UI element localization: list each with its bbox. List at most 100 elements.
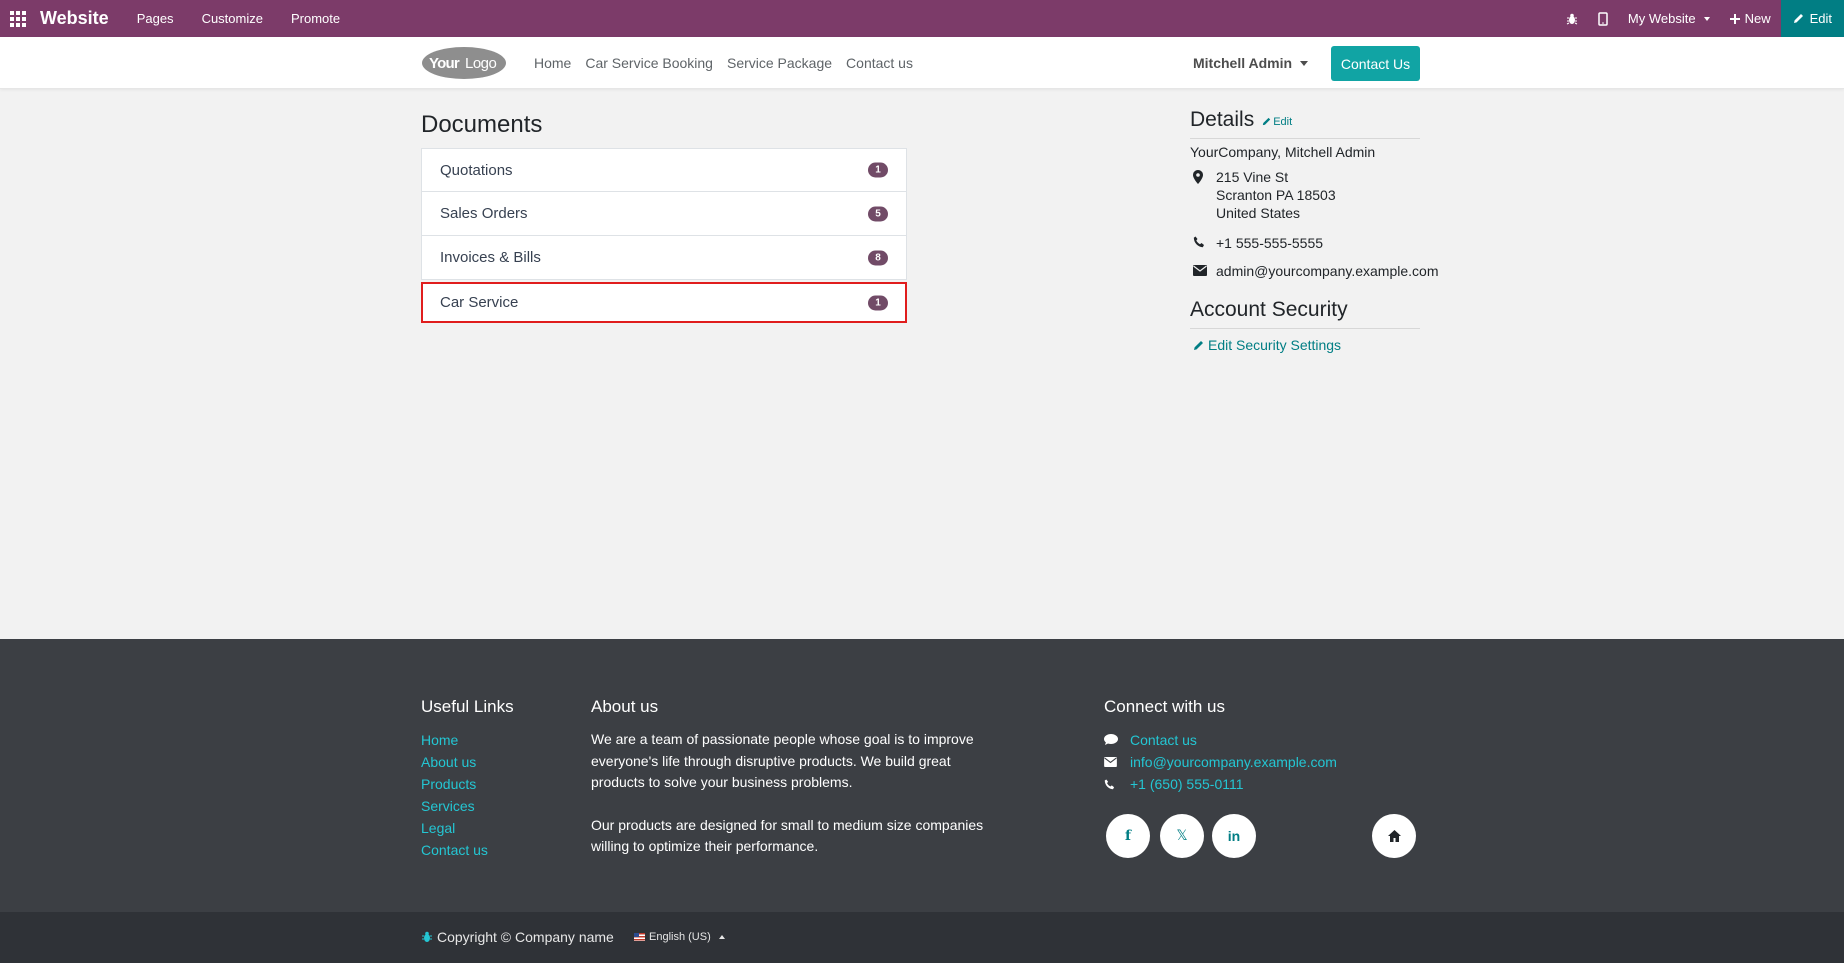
- edit-button[interactable]: Edit: [1780, 0, 1844, 37]
- nav-service-package[interactable]: Service Package: [727, 55, 832, 71]
- envelope-icon: [1190, 262, 1216, 280]
- address-line-2: Scranton PA 18503: [1216, 187, 1336, 203]
- useful-links-section: Useful Links Home About us Products Serv…: [421, 697, 514, 861]
- connect-phone-link[interactable]: +1 (650) 555-0111: [1130, 773, 1244, 795]
- footer: Useful Links Home About us Products Serv…: [0, 639, 1844, 912]
- count-badge: 5: [868, 206, 888, 221]
- footer-link-products[interactable]: Products: [421, 773, 514, 795]
- doc-item-invoices-bills[interactable]: Invoices & Bills 8: [421, 236, 907, 280]
- language-selector[interactable]: English (US): [634, 931, 725, 943]
- useful-links-title: Useful Links: [421, 697, 514, 716]
- footer-link-about-us[interactable]: About us: [421, 751, 514, 773]
- doc-item-label: Sales Orders: [440, 205, 528, 222]
- phone-icon: [1190, 234, 1216, 252]
- linkedin-icon: in: [1227, 828, 1241, 844]
- documents-list: Quotations 1 Sales Orders 5 Invoices & B…: [421, 148, 907, 323]
- svg-text:Logo: Logo: [465, 55, 497, 72]
- map-marker-icon: [1190, 168, 1216, 222]
- email-row: admin@yourcompany.example.com: [1190, 262, 1439, 280]
- linkedin-button[interactable]: in: [1212, 814, 1256, 858]
- company-name: YourCompany, Mitchell Admin: [1190, 144, 1376, 160]
- menu-promote[interactable]: Promote: [277, 0, 354, 37]
- address-line-3: United States: [1216, 205, 1301, 221]
- footer-link-services[interactable]: Services: [421, 795, 514, 817]
- about-paragraph-2: Our products are designed for small to m…: [591, 816, 984, 855]
- address-row: 215 Vine St Scranton PA 18503 United Sta…: [1190, 168, 1420, 222]
- copyright-text: Copyright © Company name: [437, 929, 614, 945]
- pencil-icon: [1263, 117, 1271, 126]
- new-label: New: [1744, 11, 1771, 26]
- company-logo[interactable]: Your Logo: [421, 46, 507, 80]
- chevron-up-icon: [718, 935, 725, 939]
- connect-email-link[interactable]: info@yourcompany.example.com: [1130, 751, 1337, 773]
- doc-item-sales-orders[interactable]: Sales Orders 5: [421, 192, 907, 236]
- language-label: English (US): [649, 931, 711, 943]
- connect-email-row[interactable]: info@yourcompany.example.com: [1104, 751, 1337, 773]
- nav-car-service-booking[interactable]: Car Service Booking: [585, 55, 713, 71]
- app-name[interactable]: Website: [40, 8, 109, 29]
- copyright-bar: Copyright © Company name English (US): [0, 912, 1844, 963]
- facebook-button[interactable]: f: [1106, 814, 1150, 858]
- bug-icon: [422, 931, 432, 942]
- about-paragraph-1: We are a team of passionate people whose…: [591, 731, 974, 790]
- footer-link-legal[interactable]: Legal: [421, 817, 514, 839]
- about-section: About us We are a team of passionate peo…: [591, 697, 1001, 858]
- divider: [1190, 138, 1420, 139]
- connect-contact-link[interactable]: Contact us: [1130, 729, 1197, 751]
- details-title: Details: [1190, 108, 1255, 131]
- new-button[interactable]: New: [1720, 0, 1781, 37]
- website-switcher[interactable]: My Website: [1618, 0, 1720, 37]
- doc-item-label: Invoices & Bills: [440, 249, 541, 266]
- count-badge: 8: [868, 250, 888, 265]
- footer-link-home[interactable]: Home: [421, 729, 514, 751]
- contact-us-button[interactable]: Contact Us: [1331, 46, 1420, 81]
- plus-icon: [1729, 13, 1740, 24]
- divider: [1190, 328, 1420, 329]
- bug-icon: [1566, 13, 1578, 24]
- address-block: 215 Vine St Scranton PA 18503 United Sta…: [1216, 168, 1336, 222]
- footer-link-contact-us[interactable]: Contact us: [421, 839, 514, 861]
- email-value: admin@yourcompany.example.com: [1216, 263, 1439, 279]
- admin-navbar: Website Pages Customize Promote My Websi…: [0, 0, 1844, 37]
- menu-pages[interactable]: Pages: [123, 0, 188, 37]
- page-title: Documents: [421, 111, 543, 138]
- phone-icon: [1104, 778, 1130, 790]
- chevron-down-icon: [1300, 60, 1309, 66]
- main-nav: Home Car Service Booking Service Package…: [534, 37, 927, 89]
- menu-customize[interactable]: Customize: [188, 0, 277, 37]
- details-panel: Details Edit YourCompany, Mitchell Admin…: [1190, 108, 1439, 353]
- user-name: Mitchell Admin: [1193, 55, 1293, 71]
- apps-menu-button[interactable]: [0, 0, 36, 37]
- nav-contact-us[interactable]: Contact us: [846, 55, 913, 71]
- user-menu[interactable]: Mitchell Admin: [1193, 37, 1309, 89]
- website-switcher-label: My Website: [1627, 11, 1696, 26]
- apps-grid-icon: [10, 10, 26, 27]
- debug-button[interactable]: [1556, 13, 1588, 25]
- connect-contact-row[interactable]: Contact us: [1104, 729, 1337, 751]
- count-badge: 1: [868, 162, 888, 178]
- chevron-down-icon: [1703, 16, 1710, 21]
- us-flag-icon: [634, 933, 645, 941]
- nav-home[interactable]: Home: [534, 55, 571, 71]
- envelope-icon: [1104, 757, 1130, 767]
- edit-security-settings-link[interactable]: Edit Security Settings: [1190, 337, 1420, 353]
- pencil-icon: [1793, 14, 1803, 23]
- details-heading: Details Edit: [1190, 108, 1420, 132]
- facebook-icon: f: [1124, 828, 1132, 844]
- x-twitter-button[interactable]: 𝕏: [1160, 814, 1204, 858]
- doc-item-quotations[interactable]: Quotations 1: [421, 148, 907, 192]
- phone-value: +1 555-555-5555: [1216, 235, 1324, 251]
- connect-phone-row[interactable]: +1 (650) 555-0111: [1104, 773, 1337, 795]
- edit-security-label: Edit Security Settings: [1208, 337, 1342, 353]
- mobile-preview-button[interactable]: [1588, 11, 1618, 26]
- mobile-icon: [1598, 11, 1608, 26]
- address-line-1: 215 Vine St: [1216, 169, 1289, 185]
- doc-item-label: Quotations: [440, 161, 513, 179]
- edit-details-label: Edit: [1273, 115, 1293, 128]
- edit-details-link[interactable]: Edit: [1262, 116, 1292, 128]
- doc-item-label: Car Service: [440, 294, 519, 311]
- copyright: Copyright © Company name: [421, 929, 614, 945]
- doc-item-car-service[interactable]: Car Service 1: [421, 282, 907, 323]
- home-button[interactable]: [1372, 814, 1416, 858]
- x-twitter-icon: 𝕏: [1176, 828, 1188, 844]
